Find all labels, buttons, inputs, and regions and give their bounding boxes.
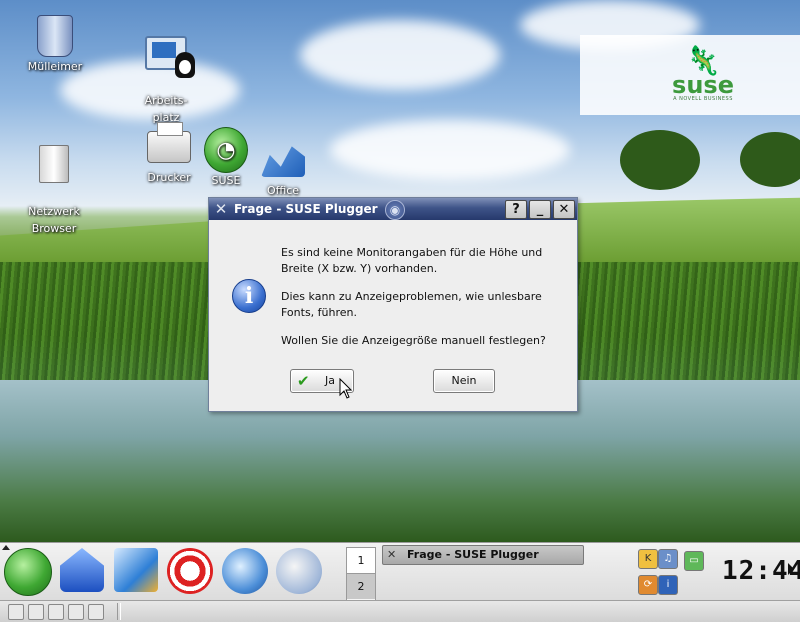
panel-button-5[interactable] [88,604,104,620]
panel-button-4[interactable] [68,604,84,620]
taskbar: 1 2 ✕ Frage - SUSE Plugger K ♫ ▭ ⟳ i 12:… [0,542,800,601]
panel-hide-arrow-icon[interactable] [2,545,10,550]
no-button[interactable]: Nein [433,369,495,393]
suse-logo-tagline: A NOVELL BUSINESS [673,96,733,102]
question-dialog: ✕ Frage - SUSE Plugger ◉ ? _ ✕ i Es sind… [208,197,578,412]
checkmark-icon: ✔ [297,372,310,390]
help-center-button[interactable] [167,548,213,594]
message-line-2: Dies kann zu Anzeigeproblemen, wie unles… [281,290,542,319]
suse-swirl-icon: ◉ [385,200,405,220]
info-tray-icon[interactable]: i [658,575,678,595]
office-icon [261,146,305,177]
computer-icon [145,36,195,78]
window-icon: ✕ [387,548,397,561]
web-browser-button[interactable] [222,548,268,594]
dialog-title: Frage - SUSE Plugger [234,202,378,216]
panel-separator [117,603,121,620]
klipper-icon[interactable]: K [638,549,658,569]
network-status-icon[interactable]: ▭ [684,551,704,571]
suse-logo: 🦎 suse A NOVELL BUSINESS [670,47,736,106]
trash-icon [37,15,73,57]
system-tray: K ♫ ▭ ⟳ i [636,547,710,599]
desktop-icon-network[interactable]: Netzwerk Browser [9,125,99,254]
message-question: Wollen Sie die Anzeigegröße manuell fest… [281,334,546,347]
dialog-titlebar[interactable]: ✕ Frage - SUSE Plugger ◉ ? _ ✕ [209,198,577,220]
mouse-cursor-icon [339,378,353,399]
taskbar-window-button[interactable]: ✕ Frage - SUSE Plugger [382,545,584,565]
panel-scroll-right-icon[interactable] [788,563,794,575]
close-button[interactable]: ✕ [553,200,575,219]
info-icon: i [232,279,266,313]
suse-menu-button[interactable] [4,548,52,596]
window-menu-icon[interactable]: ✕ [213,201,229,217]
network-icon [39,145,69,183]
panel-button-2[interactable] [28,604,44,620]
desktop-preview-button[interactable] [114,548,158,592]
tree [740,132,800,187]
desktop-icon-label: Netzwerk Browser [28,205,80,235]
desktop-icon-label: Mülleimer [27,60,83,73]
update-icon[interactable]: ⟳ [638,575,658,595]
cloud [330,120,570,180]
desktop-icon-label: Arbeits- platz [144,94,188,124]
no-button-label: Nein [451,374,477,387]
help-button[interactable]: ? [505,200,527,219]
minimize-button[interactable]: _ [529,200,551,219]
desktop-icon-trash[interactable]: Mülleimer [10,14,100,75]
headset-icon[interactable]: ♫ [658,549,678,569]
suse-logo-word: suse [672,71,734,99]
desktop-pager: 1 2 [346,547,376,601]
tree [620,130,700,190]
home-folder-button[interactable] [60,548,104,592]
taskbar-window-title: Frage - SUSE Plugger [407,548,539,561]
panel-button-3[interactable] [48,604,64,620]
pager-desktop-2[interactable]: 2 [347,574,375,599]
bottom-panel [0,600,800,622]
mail-calendar-button[interactable] [276,548,322,594]
cloud [300,20,500,90]
panel-button-1[interactable] [8,604,24,620]
pager-desktop-1[interactable]: 1 [347,548,375,574]
yes-button-label: Ja [325,374,335,387]
tux-icon [175,52,195,78]
message-line-1: Es sind keine Monitorangaben für die Höh… [281,246,543,275]
desktop-icon-office[interactable]: Office [238,138,328,199]
